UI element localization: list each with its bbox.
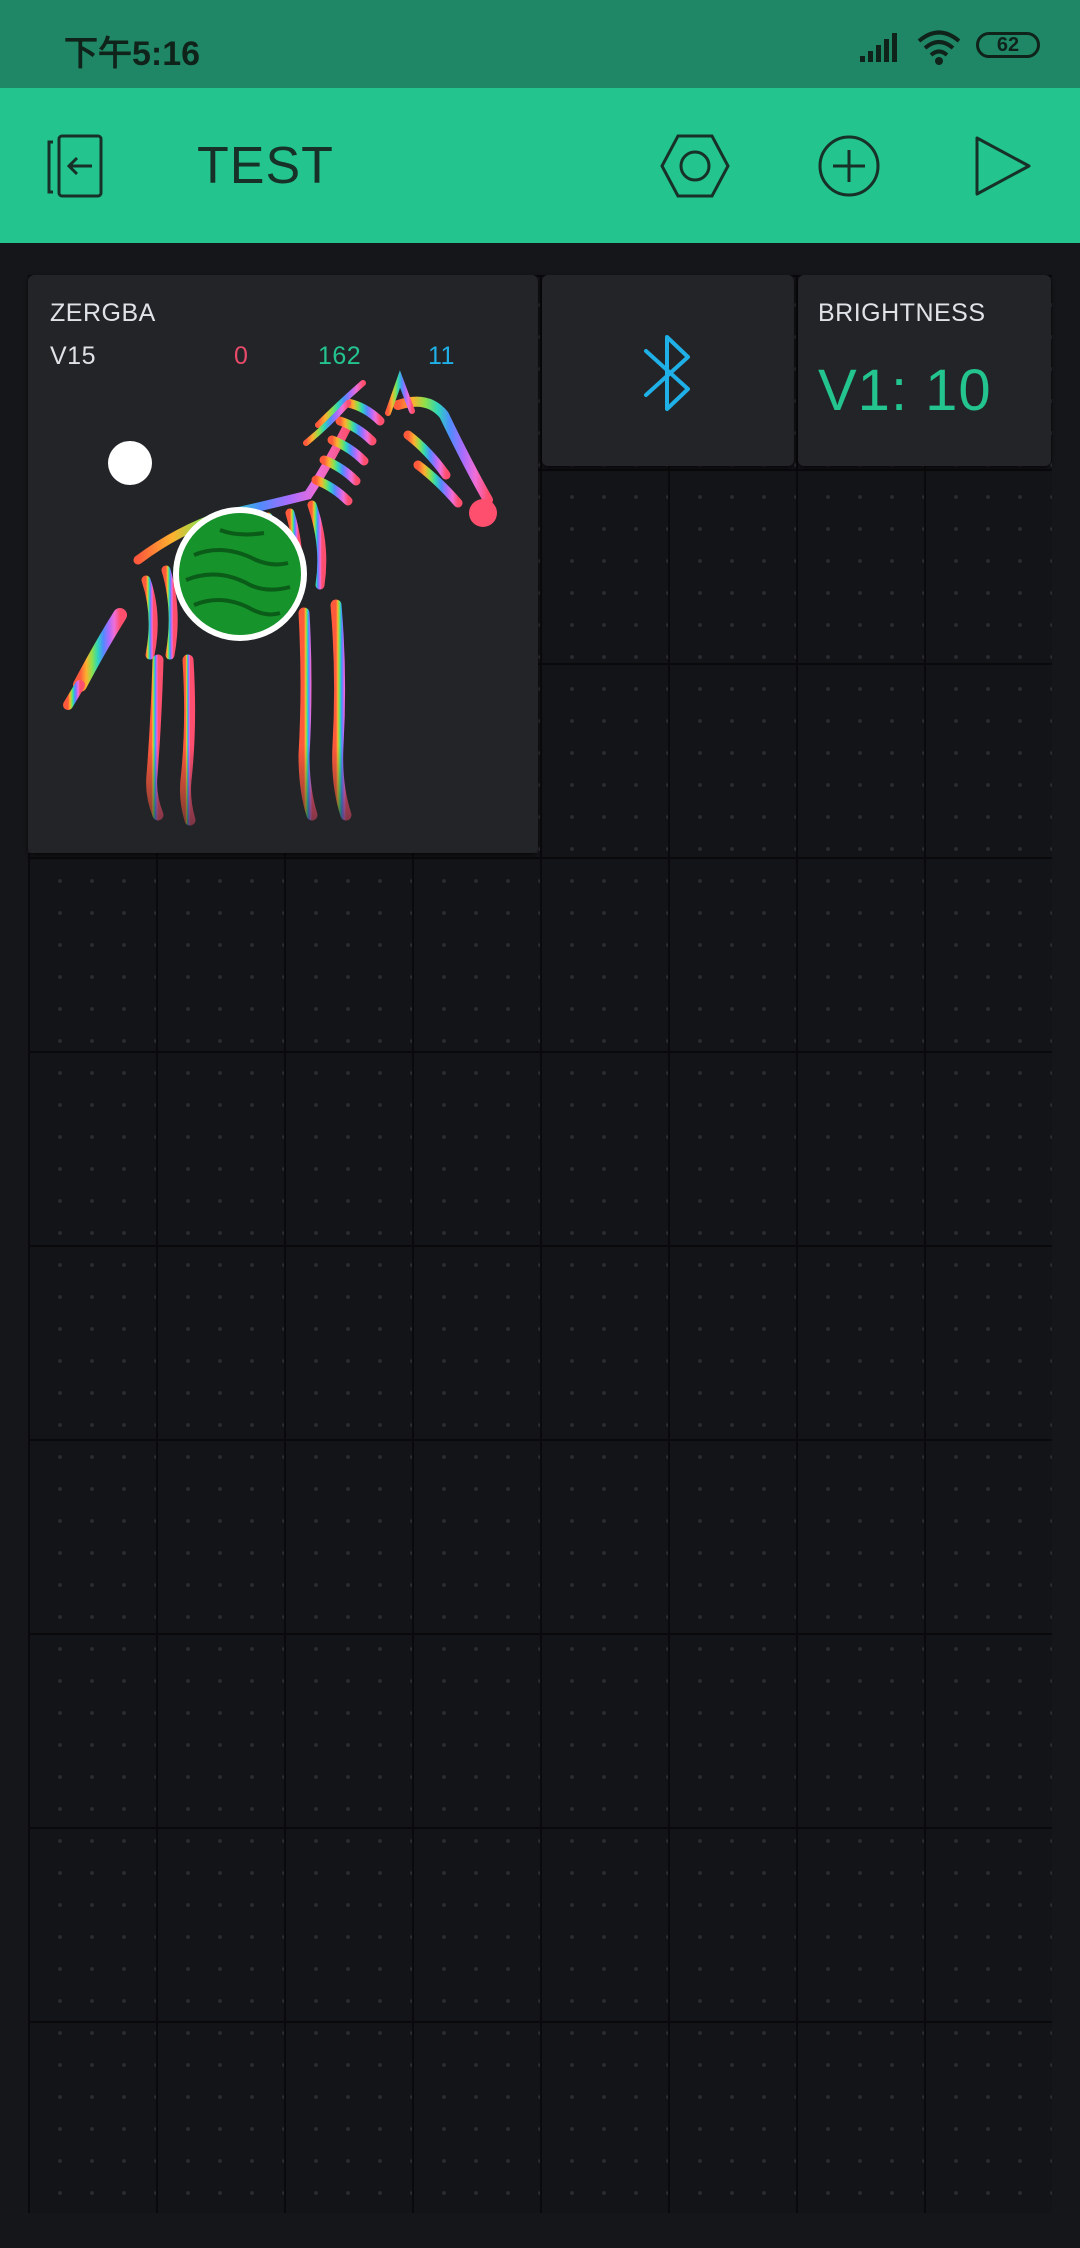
wifi-icon: [917, 30, 961, 65]
brightness-value: V1: 10: [818, 358, 992, 423]
status-bar: 下午5:16 62: [0, 0, 1080, 88]
play-button[interactable]: [963, 126, 1043, 206]
back-button[interactable]: [37, 126, 117, 206]
app-bar: TEST: [0, 88, 1080, 243]
brightness-handle: [108, 441, 152, 485]
play-icon: [975, 136, 1031, 196]
status-time: 下午5:16: [64, 35, 201, 73]
signal-icon: [860, 33, 897, 62]
exit-project-icon: [47, 134, 103, 198]
plus-circle-icon: [818, 135, 880, 197]
brightness-title: BRIGHTNESS: [818, 299, 986, 327]
status-icons: 62: [820, 0, 1080, 88]
zergba-widget[interactable]: ZERGBA V15 0 162 11: [28, 275, 538, 853]
zebra-leg-fade: [28, 745, 538, 853]
brightness-widget[interactable]: BRIGHTNESS V1: 10: [798, 275, 1051, 466]
settings-button[interactable]: [655, 126, 735, 206]
battery-indicator: 62: [976, 32, 1040, 58]
project-title: TEST: [197, 137, 334, 195]
zebra-color-picker[interactable]: [28, 275, 538, 853]
add-widget-button[interactable]: [809, 126, 889, 206]
hexagon-nut-icon: [660, 134, 730, 198]
bluetooth-widget[interactable]: [542, 275, 794, 466]
color-selector-handle: [173, 507, 307, 641]
bluetooth-icon: [644, 335, 690, 411]
